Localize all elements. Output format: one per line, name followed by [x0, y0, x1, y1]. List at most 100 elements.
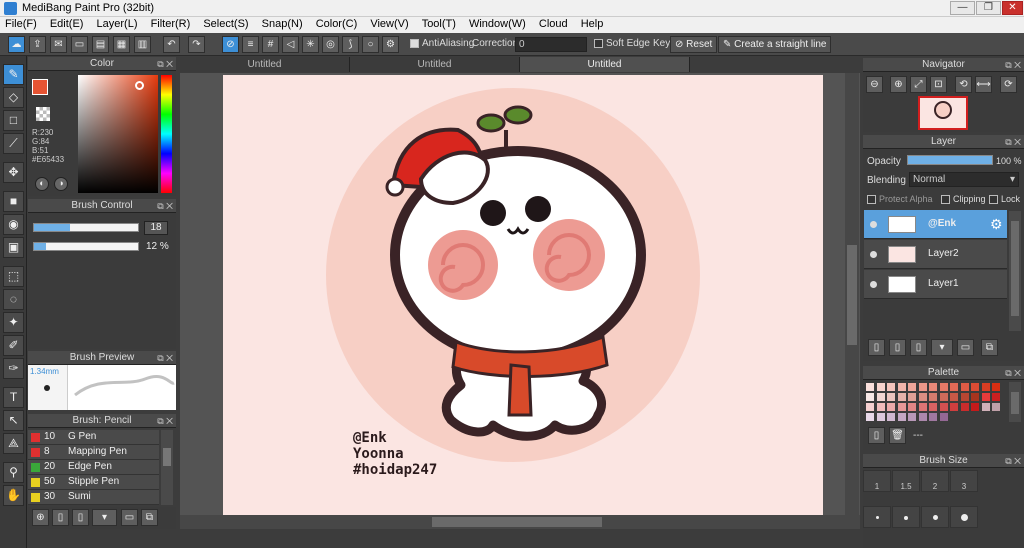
- palette-color-cell[interactable]: [887, 413, 895, 421]
- share-icon[interactable]: ⇪: [29, 36, 46, 53]
- folder-icon[interactable]: ▭: [121, 509, 138, 526]
- palette-color-cell[interactable]: [897, 383, 906, 391]
- lasso-tool-icon[interactable]: ◌: [3, 289, 24, 310]
- picker-cursor[interactable]: [135, 81, 144, 90]
- palette-color-cell[interactable]: [908, 383, 916, 391]
- palette-color-cell[interactable]: [981, 403, 990, 411]
- horizontal-scroll-thumb[interactable]: [432, 517, 602, 527]
- duplicate-layer-icon[interactable]: ⧉: [981, 339, 998, 356]
- new-layer-icon[interactable]: ▯: [868, 339, 885, 356]
- panel-controls-icon[interactable]: ⧉ ✕: [157, 199, 173, 213]
- menu-view[interactable]: View(V): [365, 17, 413, 31]
- eyedropper-tool-icon[interactable]: ⚲: [3, 462, 24, 483]
- new-brush-icon[interactable]: ▯: [52, 509, 69, 526]
- perspective-snap-icon[interactable]: ◁: [282, 36, 299, 53]
- circle-snap-icon[interactable]: ◎: [322, 36, 339, 53]
- redo-icon[interactable]: ↷: [188, 36, 205, 53]
- operation-tool-icon[interactable]: ↖: [3, 410, 24, 431]
- brush-size-dot-cell[interactable]: [921, 506, 949, 528]
- palette-color-cell[interactable]: [908, 413, 916, 421]
- palette-color-cell[interactable]: [929, 413, 937, 421]
- select-eraser-tool-icon[interactable]: ✑: [3, 358, 24, 379]
- panel-controls-icon[interactable]: ⧉ ✕: [157, 414, 173, 428]
- brush-size-dot-cell[interactable]: [863, 506, 891, 528]
- layer-scroll-thumb[interactable]: [1011, 221, 1019, 316]
- main-color-swatch[interactable]: [32, 79, 48, 95]
- layer-opacity-slider[interactable]: [907, 155, 993, 165]
- palette-color-cell[interactable]: [866, 393, 874, 401]
- palette-color-cell[interactable]: [918, 393, 927, 401]
- palette-color-cell[interactable]: [897, 403, 906, 411]
- rotate-left-icon[interactable]: ⟲: [955, 76, 972, 93]
- layer-scrollbar[interactable]: [1009, 211, 1021, 331]
- flip-icon[interactable]: ⟷: [975, 76, 992, 93]
- layer-menu-icon[interactable]: ▾: [931, 339, 953, 356]
- palette-color-cell[interactable]: [866, 413, 874, 421]
- protect-alpha-checkbox[interactable]: [867, 195, 876, 205]
- palette-color-cell[interactable]: [971, 403, 979, 411]
- lock-toggle[interactable]: Lock: [989, 194, 1020, 205]
- palette-color-cell[interactable]: [992, 403, 1000, 411]
- panel-controls-icon[interactable]: ⧉ ✕: [1005, 58, 1021, 72]
- new-8bit-layer-icon[interactable]: ▯: [910, 339, 927, 356]
- panel-controls-icon[interactable]: ⧉ ✕: [1005, 135, 1021, 149]
- add-brush-icon[interactable]: ⊕: [32, 509, 49, 526]
- palette-color-cell[interactable]: [981, 383, 990, 391]
- palette-color-cell[interactable]: [981, 393, 990, 401]
- blending-select[interactable]: Normal ▾: [909, 172, 1019, 187]
- brush-size-cell[interactable]: 1.5: [892, 470, 920, 492]
- chat-icon[interactable]: ▭: [71, 36, 88, 53]
- hand-tool-icon[interactable]: ✋: [3, 485, 24, 506]
- lock-checkbox[interactable]: [989, 195, 998, 205]
- palette-color-cell[interactable]: [918, 413, 927, 421]
- fit-icon[interactable]: ⤢: [910, 76, 927, 93]
- select-pen-tool-icon[interactable]: ✐: [3, 335, 24, 356]
- move-tool-icon[interactable]: ✥: [3, 162, 24, 183]
- brush-item-sumi[interactable]: 30 Sumi: [28, 490, 159, 505]
- grid-snap-icon[interactable]: #: [262, 36, 279, 53]
- minimize-button[interactable]: —: [950, 1, 975, 15]
- brush-size-dot-cell[interactable]: [892, 506, 920, 528]
- parallel-snap-icon[interactable]: ≡: [242, 36, 259, 53]
- palette-color-cell[interactable]: [950, 383, 958, 391]
- panel-controls-icon[interactable]: ⧉ ✕: [157, 57, 173, 71]
- palette-color-cell[interactable]: [939, 413, 948, 421]
- rect-fill-tool-icon[interactable]: ■: [3, 191, 24, 212]
- panel-controls-icon[interactable]: ⧉ ✕: [157, 351, 173, 365]
- navigator-thumbnail[interactable]: [918, 96, 968, 130]
- undo-icon[interactable]: ↶: [163, 36, 180, 53]
- maximize-button[interactable]: ❐: [976, 1, 1001, 15]
- vertical-scroll-thumb[interactable]: [847, 245, 857, 345]
- document-icon[interactable]: ▤: [92, 36, 109, 53]
- settings-snap-icon[interactable]: ⚙: [382, 36, 399, 53]
- palette-picker-icon[interactable]: ◐: [35, 177, 49, 191]
- palette-color-cell[interactable]: [876, 403, 885, 411]
- add-palette-color-icon[interactable]: ▯: [868, 427, 885, 444]
- layer-row-layer2[interactable]: Layer2: [864, 240, 1007, 269]
- brush-size-slider[interactable]: [33, 223, 139, 232]
- layer-row-enk[interactable]: @Enk ⚙: [864, 210, 1007, 239]
- comment-icon[interactable]: ✉: [50, 36, 67, 53]
- rotate-right-icon[interactable]: ⟳: [1000, 76, 1017, 93]
- palette-color-cell[interactable]: [876, 413, 885, 421]
- palette-scroll-thumb[interactable]: [1011, 392, 1019, 414]
- menu-snap[interactable]: Snap(N): [257, 17, 308, 31]
- zoom-in-icon[interactable]: ⊕: [890, 76, 907, 93]
- palette-color-cell[interactable]: [887, 403, 895, 411]
- select-rect-tool-icon[interactable]: ⬚: [3, 266, 24, 287]
- layer-folder-icon[interactable]: ▭: [957, 339, 974, 356]
- drawing-canvas[interactable]: @Enk Yoonna #hoidap247: [223, 75, 823, 515]
- palette-color-cell[interactable]: [960, 403, 969, 411]
- menu-edit[interactable]: Edit(E): [45, 17, 89, 31]
- transparent-swatch[interactable]: [36, 107, 50, 121]
- brush-item-edge-pen[interactable]: 20 Edge Pen: [28, 460, 159, 475]
- panel-controls-icon[interactable]: ⧉ ✕: [1005, 366, 1021, 380]
- menu-select[interactable]: Select(S): [198, 17, 253, 31]
- ellipse-snap-icon[interactable]: ○: [362, 36, 379, 53]
- saturation-value-picker[interactable]: [78, 75, 158, 193]
- horizontal-scrollbar[interactable]: [180, 515, 860, 529]
- brush-item-stipple-pen[interactable]: 50 Stipple Pen: [28, 475, 159, 490]
- protect-alpha-toggle[interactable]: Protect Alpha: [867, 194, 933, 205]
- palette-color-cell[interactable]: [939, 393, 948, 401]
- palette-color-cell[interactable]: [929, 403, 937, 411]
